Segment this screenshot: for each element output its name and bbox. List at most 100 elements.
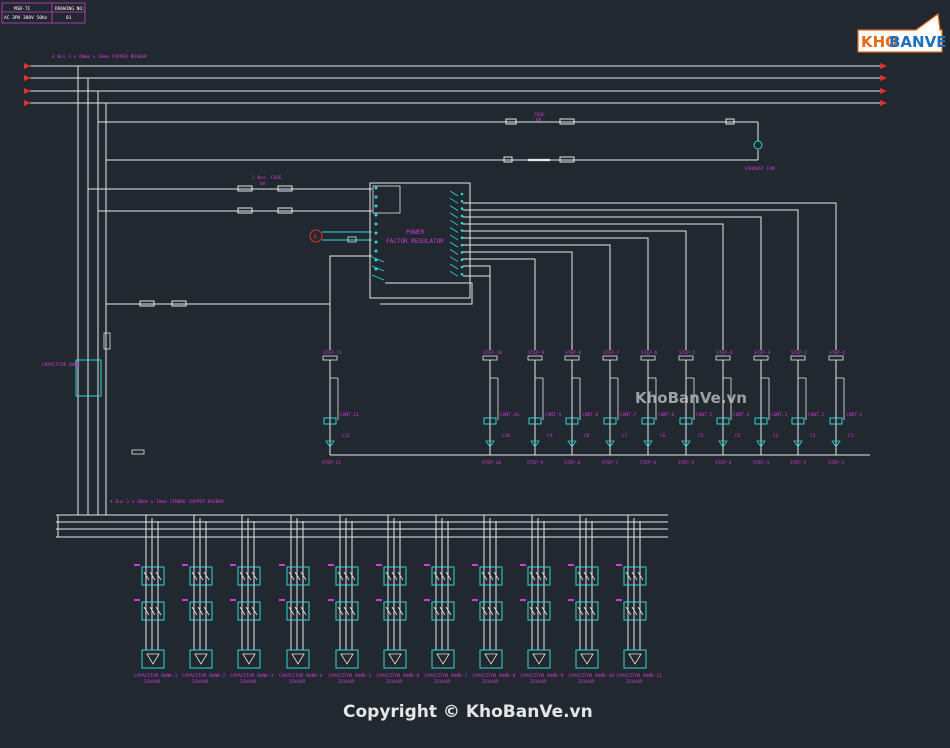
fuse-mid-label: 2 Nos. FUSE: [252, 175, 282, 181]
contactor-coil-label: CONT.11: [340, 412, 359, 418]
step-bottom-label: STEP-11: [322, 460, 341, 466]
step-top-label: STEP-11: [323, 350, 342, 356]
contactor-coil-label: CONT.1: [846, 412, 863, 418]
contactor-tag: C11: [342, 433, 350, 439]
step-bottom-label: STEP-4: [715, 460, 732, 466]
capacitor-bank-name: CAPACITOR BANK-6: [376, 673, 420, 679]
svg-text:BANVE: BANVE: [889, 33, 946, 51]
contactor-coil-label: CONT.3: [771, 412, 788, 418]
step-top-label: STEP-2: [791, 350, 808, 356]
title-block-row2-left: AC 3PH 380V 50Hz: [4, 15, 48, 21]
power-factor-regulator: POWER FACTOR REGULATOR: [369, 182, 471, 299]
step-top-label: STEP-5: [679, 350, 696, 356]
contactor-tag: C4: [735, 433, 741, 439]
title-block-row1-right: DRAWING NO:: [55, 6, 85, 12]
capacitor-bank: CAPACITOR BANK-825kVAR: [472, 515, 516, 685]
cad-canvas[interactable]: { "title_block": { "row1_left": "MSB-TI"…: [0, 0, 950, 748]
capacitor-bank: CAPACITOR BANK-725kVAR: [424, 515, 468, 685]
capacitor-bank-label: CAPACITOR BANK: [42, 362, 80, 368]
step-bottom-label: STEP-5: [678, 460, 695, 466]
capacitor-bank-rating: 25kVAR: [289, 679, 306, 685]
capacitor-bank-name: CAPACITOR BANK-5: [328, 673, 372, 679]
step-bottom-label: STEP-1: [828, 460, 845, 466]
contactor-coil-label: CONT.2: [808, 412, 825, 418]
capacitor-bank-name: CAPACITOR BANK-1: [134, 673, 178, 679]
step-top-label: STEP-7: [603, 350, 620, 356]
capacitor-steps: STEP-11 CONT.11 C11 STEP-11 STEP-10 CONT.10 C1…: [322, 350, 863, 466]
busbar-arrows: [24, 63, 887, 106]
contactor-tag: C3: [773, 433, 779, 439]
contactor-coil-label: CONT.9: [545, 412, 562, 418]
capacitor-bank: CAPACITOR BANK-525kVAR: [328, 515, 372, 685]
contactor-tag: C2: [810, 433, 816, 439]
contactor-coil-label: CONT.5: [696, 412, 713, 418]
step-column: STEP-11 CONT.11 C11 STEP-11: [322, 350, 359, 466]
step-bottom-label: STEP-9: [527, 460, 544, 466]
capacitor-bank: CAPACITOR BANK-225kVAR: [182, 515, 226, 685]
contactor-coil-label: CONT.4: [733, 412, 750, 418]
contactor-coil-label: CONT.8: [582, 412, 599, 418]
ammeter-symbol: A: [314, 234, 318, 241]
contactor-tag: C6: [660, 433, 666, 439]
contactor-tag: C5: [698, 433, 704, 439]
brand-logo: KHO BANVE: [857, 12, 946, 53]
incoming-busbar-label: 4 Bus 3 x 60mm x 10mm COPPER BUSBAR: [52, 54, 147, 60]
step-column: STEP-8 CONT.8 C8 STEP-8: [564, 350, 599, 466]
fuse-mid-rating: 6A: [260, 181, 266, 187]
step-column: STEP-10 CONT.10 C10 STEP-10: [482, 350, 519, 466]
contactor-tag: C1: [848, 433, 854, 439]
fan-circuit: [98, 118, 759, 163]
step-column: STEP-7 CONT.7 C7 STEP-7: [602, 350, 637, 466]
copyright-text: Copyright © KhoBanVe.vn: [343, 702, 593, 722]
capacitor-bank-rating: 25kVAR: [240, 679, 257, 685]
capacitor-bank-rating: 25kVAR: [144, 679, 161, 685]
capacitor-bank: CAPACITOR BANK-425kVAR: [279, 515, 323, 685]
step-bottom-label: STEP-8: [564, 460, 581, 466]
step-column: STEP-6 CONT.6 C6 STEP-6: [640, 350, 675, 466]
contactor-coil-label: CONT.10: [500, 412, 519, 418]
contactor-tag: C9: [547, 433, 553, 439]
capacitor-bank-rating: 25kVAR: [482, 679, 499, 685]
capacitor-bank-rating: 25kVAR: [434, 679, 451, 685]
step-column: STEP-4 CONT.4 C4 STEP-4: [715, 350, 750, 466]
title-block-row2-right: 01: [66, 15, 72, 21]
step-bottom-label: STEP-10: [482, 460, 501, 466]
capacitor-bank-name: CAPACITOR BANK-10: [568, 673, 614, 679]
capacitor-bank: CAPACITOR BANK-1025kVAR: [568, 515, 614, 685]
capacitor-bank-rating: 25kVAR: [530, 679, 547, 685]
capacitor-bank: CAPACITOR BANK-325kVAR: [230, 515, 274, 685]
exhaust-fan-icon: [753, 140, 763, 150]
watermark-center: KhoBanVe.vn: [635, 389, 747, 407]
contactor-tag: C8: [584, 433, 590, 439]
contactor-coil-label: CONT.6: [658, 412, 675, 418]
step-top-label: STEP-3: [754, 350, 771, 356]
shunt-resistor: [103, 332, 111, 350]
step-top-label: STEP-10: [483, 350, 502, 356]
step-top-label: STEP-9: [528, 350, 545, 356]
contactor-tag: C10: [502, 433, 510, 439]
step-column: STEP-5 CONT.5 C5 STEP-5: [678, 350, 713, 466]
capacitor-bank: CAPACITOR BANK-625kVAR: [376, 515, 420, 685]
step-bottom-label: STEP-2: [790, 460, 807, 466]
capacitor-bank-name: CAPACITOR BANK-8: [472, 673, 516, 679]
capacitor-bank-rating: 25kVAR: [386, 679, 403, 685]
contactor-coil-label: CONT.7: [620, 412, 637, 418]
capacitor-bank: CAPACITOR BANK-125kVAR: [134, 515, 178, 685]
left-feeders: [75, 66, 107, 515]
step-column: STEP-3 CONT.3 C3 STEP-3: [753, 350, 788, 466]
step-top-label: STEP-4: [716, 350, 733, 356]
step-bottom-label: STEP-6: [640, 460, 657, 466]
capacitor-bank-rating: 25kVAR: [578, 679, 595, 685]
title-block: MSB-TI DRAWING NO: AC 3PH 380V 50Hz 01: [1, 2, 86, 24]
fuse-top-rating: 6A: [536, 117, 542, 123]
contactor-tag: C7: [622, 433, 628, 439]
capacitor-bank: CAPACITOR BANK-925kVAR: [520, 515, 564, 685]
regulator-title-line2: FACTOR REGULATOR: [386, 238, 444, 245]
capacitor-bank-name: CAPACITOR BANK-4: [279, 673, 323, 679]
step-bottom-label: STEP-7: [602, 460, 619, 466]
exhaust-fan-label: EXHAUST FAN: [745, 166, 775, 172]
capacitor-bank-name: CAPACITOR BANK-3: [230, 673, 274, 679]
capacitor-bank-rating: 25kVAR: [192, 679, 209, 685]
capacitor-bank-rating: 25kVAR: [626, 679, 643, 685]
capacitor-banks: CAPACITOR BANK-125kVARCAPACITOR BANK-225…: [134, 515, 662, 685]
